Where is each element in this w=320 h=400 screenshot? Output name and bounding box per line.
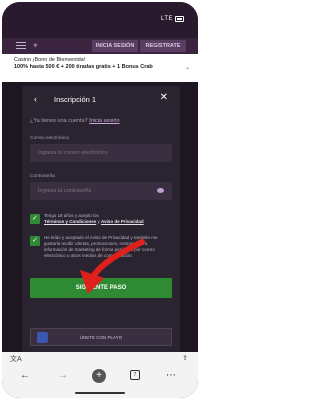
- promo-offer: 100% hasta 500 € + 200 tiradas gratis + …: [14, 64, 153, 70]
- menu-icon[interactable]: [16, 42, 26, 50]
- tabs-button[interactable]: 7: [130, 370, 140, 380]
- login-button[interactable]: INICIA SESIÓN: [92, 40, 138, 52]
- back-icon[interactable]: ←: [20, 370, 30, 382]
- promo-title: Casino ¡Bono de Bienvenida!: [14, 57, 86, 63]
- home-indicator: [75, 392, 125, 394]
- phone-frame: LTE ✦ INICIA SESIÓN REGISTRATE Casino ¡B…: [2, 2, 198, 398]
- red-arrow-annotation: [80, 239, 145, 294]
- chevron-down-icon[interactable]: ⌄: [185, 64, 190, 71]
- url-row: 文A ⇪: [2, 352, 198, 366]
- site-header: ✦ INICIA SESIÓN REGISTRATE: [2, 38, 198, 54]
- more-options-icon[interactable]: ⋯: [166, 370, 176, 382]
- modal-overlay: ‹ Inscripción 1 ✕ ¿Ya tienes una cuenta?…: [2, 82, 198, 352]
- network-label: LTE: [160, 16, 173, 22]
- new-tab-icon[interactable]: +: [92, 369, 106, 383]
- battery-icon: [175, 16, 184, 22]
- site-logo[interactable]: ✦: [32, 41, 46, 51]
- translate-icon[interactable]: 文A: [10, 354, 22, 364]
- status-bar: LTE: [2, 2, 198, 38]
- browser-nav: ← → + 7 ⋯: [2, 366, 198, 390]
- browser-toolbar: 文A ⇪ ← → + 7 ⋯: [2, 352, 198, 398]
- status-icons: LTE: [161, 16, 184, 22]
- forward-icon[interactable]: →: [58, 370, 68, 382]
- register-button[interactable]: REGISTRATE: [140, 40, 186, 52]
- promo-banner[interactable]: Casino ¡Bono de Bienvenida! 100% hasta 5…: [2, 54, 198, 82]
- share-icon[interactable]: ⇪: [182, 354, 188, 362]
